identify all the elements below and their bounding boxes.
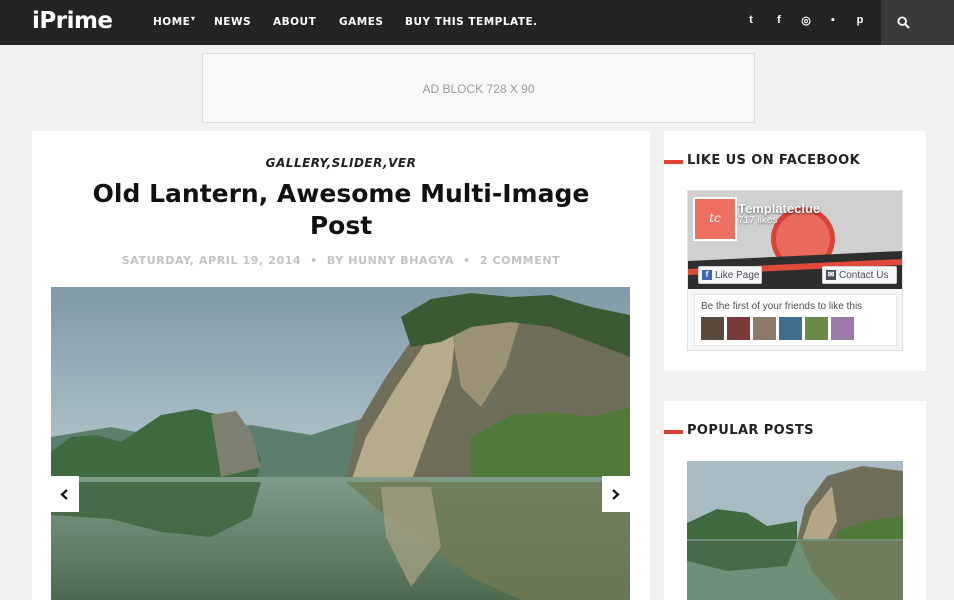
widget-title-accent bbox=[664, 160, 683, 164]
nav-item-news[interactable]: NEWS bbox=[214, 16, 251, 28]
search-button[interactable] bbox=[881, 0, 954, 45]
facebook-page-avatar[interactable]: tc bbox=[693, 197, 737, 241]
pinterest-icon[interactable]: p bbox=[853, 14, 867, 30]
facebook-cover-image[interactable]: tc Templateclue 717 likes f Like Page ✉ … bbox=[688, 191, 902, 289]
separator-dot: • bbox=[310, 254, 318, 267]
friend-avatar[interactable] bbox=[701, 317, 724, 340]
facebook-icon[interactable]: f bbox=[772, 14, 786, 30]
slider-next-button[interactable] bbox=[602, 476, 630, 512]
post-meta: SATURDAY, APRIL 19, 2014 • BY HUNNY BHAGYA… bbox=[32, 254, 650, 267]
like-page-label: Like Page bbox=[715, 270, 760, 281]
post-date: SATURDAY, APRIL 19, 2014 bbox=[121, 254, 302, 267]
friend-avatar[interactable] bbox=[779, 317, 802, 340]
facebook-like-count: 717 likes bbox=[738, 215, 778, 226]
top-navbar: iPrime HOME ▾ NEWS ABOUT GAMES BUY THIS … bbox=[0, 0, 954, 45]
post-comments[interactable]: 2 COMMENT bbox=[480, 254, 560, 267]
popular-post-thumbnail[interactable] bbox=[687, 461, 903, 600]
facebook-widget: LIKE US ON FACEBOOK tc Templateclue 717 … bbox=[664, 131, 926, 371]
widget-title-accent bbox=[664, 430, 683, 434]
friend-avatar[interactable] bbox=[727, 317, 750, 340]
post-categories[interactable]: GALLERY,SLIDER,VER bbox=[32, 156, 650, 170]
facebook-icon: f bbox=[702, 270, 712, 280]
site-logo[interactable]: iPrime bbox=[32, 8, 113, 34]
slider-prev-button[interactable] bbox=[51, 476, 79, 512]
facebook-friends-box: Be the first of your friends to like thi… bbox=[694, 294, 897, 346]
nav-item-games[interactable]: GAMES bbox=[339, 16, 383, 28]
nav-item-home[interactable]: HOME bbox=[153, 16, 190, 28]
slider-image-lake bbox=[51, 287, 630, 600]
popular-posts-title: POPULAR POSTS bbox=[687, 423, 814, 438]
separator-dot: • bbox=[463, 254, 471, 267]
friend-avatar[interactable] bbox=[753, 317, 776, 340]
image-slider[interactable] bbox=[51, 287, 630, 600]
post-author[interactable]: BY HUNNY BHAGYA bbox=[327, 254, 454, 267]
ad-block[interactable]: AD BLOCK 728 X 90 bbox=[202, 53, 755, 123]
facebook-page-name[interactable]: Templateclue bbox=[738, 201, 820, 216]
chevron-down-icon: ▾ bbox=[191, 14, 196, 23]
ad-label: AD BLOCK 728 X 90 bbox=[422, 82, 535, 96]
chevron-left-icon bbox=[60, 489, 68, 500]
flickr-icon[interactable]: ▪ bbox=[826, 14, 840, 30]
facebook-widget-title: LIKE US ON FACEBOOK bbox=[687, 153, 861, 168]
nav-item-buy-template[interactable]: BUY THIS TEMPLATE. bbox=[405, 16, 538, 28]
search-icon bbox=[897, 16, 910, 29]
friend-avatar[interactable] bbox=[805, 317, 828, 340]
envelope-icon: ✉ bbox=[826, 270, 836, 280]
dribbble-icon[interactable]: ◎ bbox=[799, 14, 813, 30]
post-title[interactable]: Old Lantern, Awesome Multi-Image Post bbox=[72, 178, 610, 242]
chevron-right-icon bbox=[612, 489, 620, 500]
friends-text: Be the first of your friends to like thi… bbox=[701, 301, 863, 312]
avatar-initials: tc bbox=[709, 211, 721, 225]
post-card: GALLERY,SLIDER,VER Old Lantern, Awesome … bbox=[32, 131, 650, 600]
facebook-page-plugin[interactable]: tc Templateclue 717 likes f Like Page ✉ … bbox=[687, 190, 903, 351]
nav-item-about[interactable]: ABOUT bbox=[273, 16, 316, 28]
like-page-button[interactable]: f Like Page bbox=[698, 266, 762, 284]
friend-avatar[interactable] bbox=[831, 317, 854, 340]
twitter-icon[interactable]: t bbox=[744, 14, 758, 30]
popular-post-image bbox=[687, 461, 903, 600]
contact-us-label: Contact Us bbox=[839, 270, 889, 281]
contact-us-button[interactable]: ✉ Contact Us bbox=[822, 266, 897, 284]
popular-posts-widget: POPULAR POSTS bbox=[664, 401, 926, 600]
